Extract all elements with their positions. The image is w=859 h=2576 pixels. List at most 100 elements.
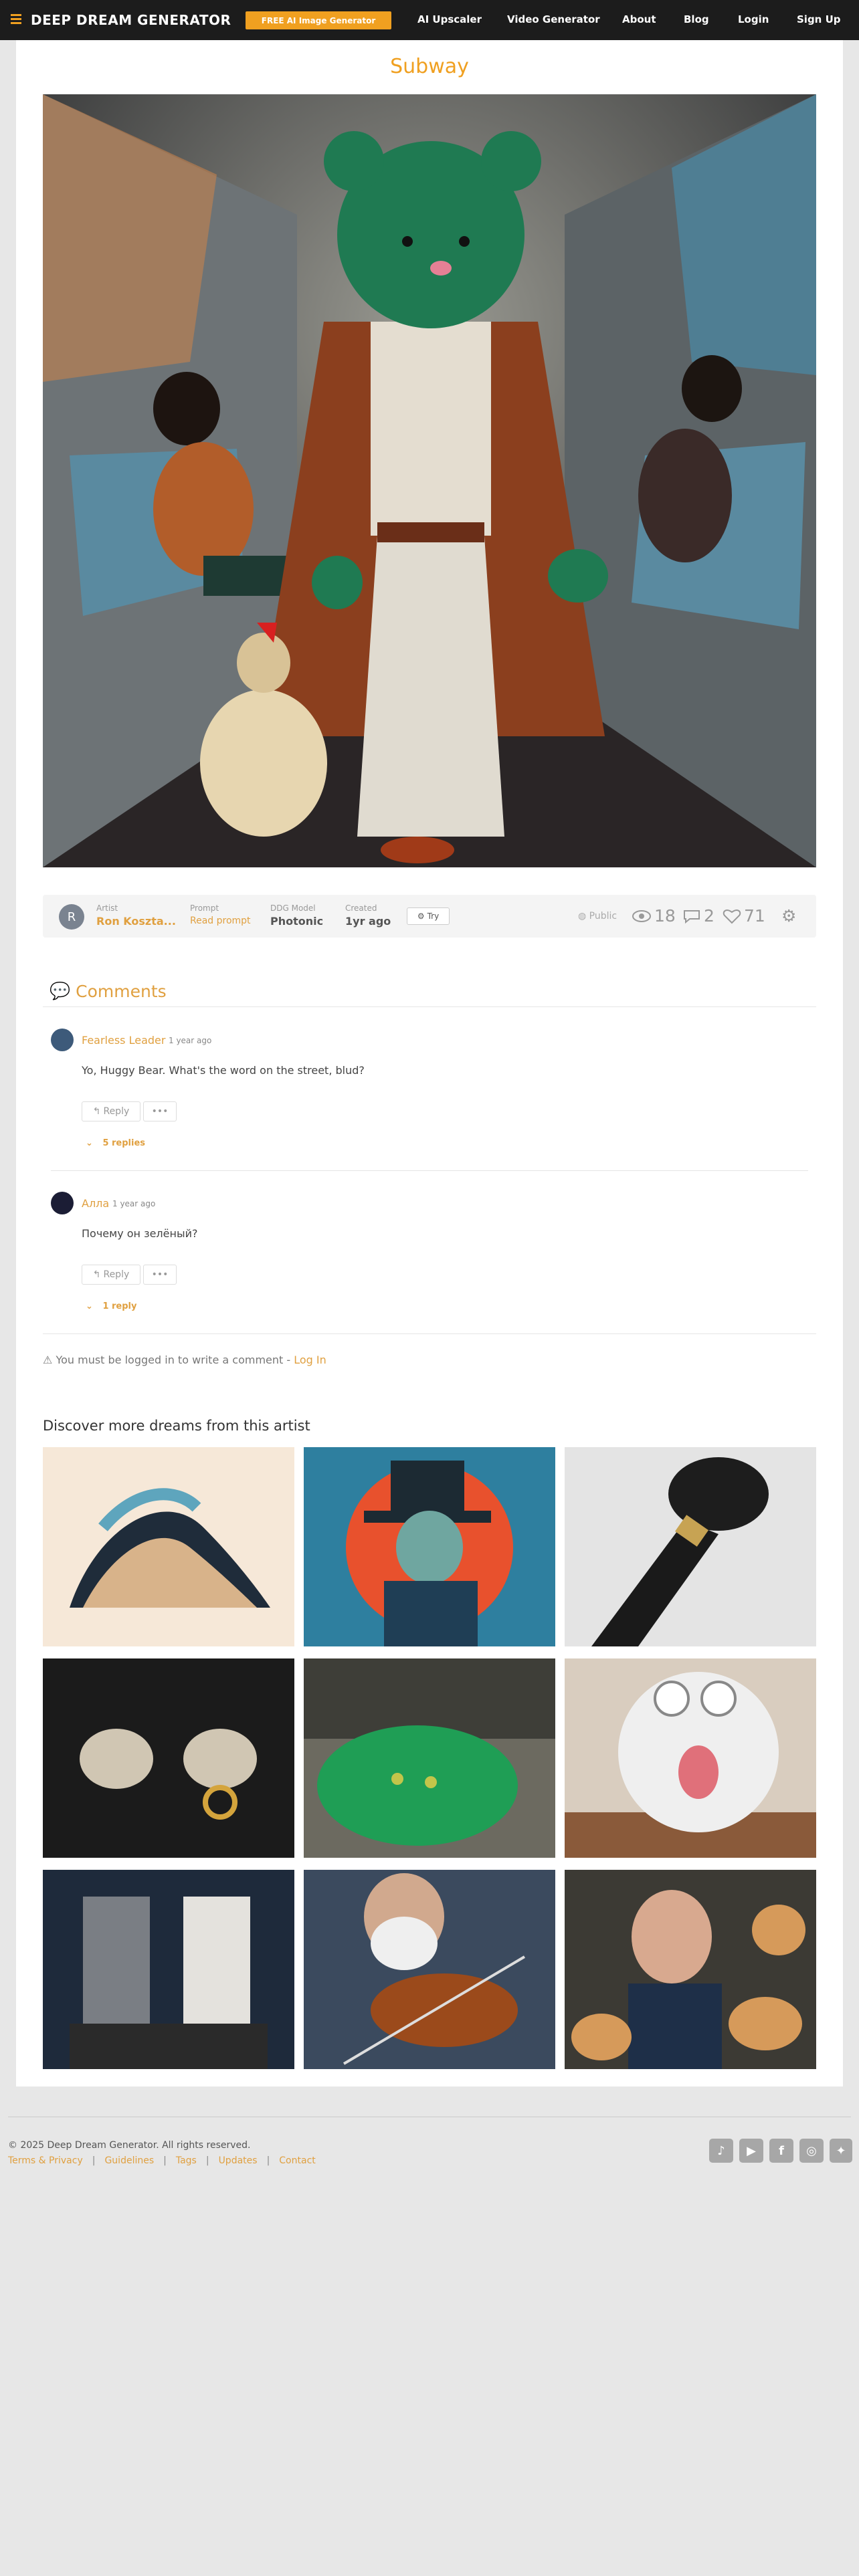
comments-heading: 💬 Comments	[50, 981, 167, 1001]
more-options-button[interactable]: •••	[143, 1265, 177, 1285]
artist-label: Artist	[96, 903, 118, 913]
more-options-button[interactable]: •••	[143, 1101, 177, 1121]
comment-text: Yo, Huggy Bear. What's the word on the s…	[82, 1064, 365, 1077]
speech-bubble-icon	[684, 909, 700, 924]
green-bear-floor-thumbnail	[304, 1658, 555, 1858]
gold-hands-thumbnail	[43, 1658, 294, 1858]
divider	[43, 1006, 816, 1007]
chevron-down-icon: ⌄	[86, 1301, 93, 1311]
comment-text: Почему он зелёный?	[82, 1227, 198, 1240]
dream-thumbnail[interactable]	[565, 1447, 816, 1646]
settings-gear-icon[interactable]: ⚙	[781, 906, 796, 926]
free-ai-image-generator-button[interactable]: FREE AI Image Generator	[246, 11, 391, 29]
try-label: Try	[427, 911, 440, 921]
warning-icon: ⚠	[43, 1354, 53, 1366]
hamburger-menu-icon[interactable]	[11, 14, 21, 25]
tiktok-icon[interactable]: ♪	[709, 2139, 733, 2163]
eye-icon	[632, 909, 651, 922]
comment-time: 1 year ago	[169, 1036, 212, 1045]
dream-thumbnail[interactable]	[43, 1870, 294, 2069]
top-navbar: DEEP DREAM GENERATOR FREE AI Image Gener…	[0, 0, 859, 40]
globe-icon: ◍	[578, 911, 587, 922]
artist-name-link[interactable]: Ron Koszta...	[96, 915, 176, 928]
star-wars-figures-thumbnail	[43, 1870, 294, 2069]
dream-image[interactable]	[43, 94, 816, 867]
comment-avatar[interactable]	[51, 1029, 74, 1051]
nav-ai-upscaler[interactable]: AI Upscaler	[417, 13, 482, 25]
comment-time: 1 year ago	[112, 1199, 156, 1208]
dream-thumbnail[interactable]	[43, 1447, 294, 1646]
comment-username[interactable]: Алла	[82, 1197, 109, 1210]
twitter-icon[interactable]: ✦	[830, 2139, 852, 2163]
discover-heading: Discover more dreams from this artist	[43, 1418, 310, 1434]
gear-icon: ⚙	[417, 911, 425, 921]
facebook-icon[interactable]: f	[769, 2139, 793, 2163]
mouse-toilet-brush-thumbnail	[565, 1447, 816, 1646]
nav-blog[interactable]: Blog	[684, 13, 709, 25]
replies-toggle[interactable]: ⌄ 5 replies	[86, 1138, 145, 1148]
nav-login[interactable]: Login	[738, 13, 769, 25]
page-title: Subway	[390, 55, 469, 78]
replies-label: 5 replies	[102, 1138, 146, 1148]
replies-label: 1 reply	[102, 1301, 137, 1311]
dream-thumbnail[interactable]	[304, 1447, 555, 1646]
heart-icon	[723, 909, 741, 924]
views-value: 18	[654, 906, 676, 926]
created-value: 1yr ago	[345, 915, 391, 928]
brand-logo[interactable]: DEEP DREAM GENERATOR	[31, 12, 231, 28]
model-value: Photonic	[270, 915, 324, 928]
model-label: DDG Model	[270, 903, 316, 913]
artist-avatar[interactable]: R	[59, 904, 84, 930]
read-prompt-link[interactable]: Read prompt	[190, 916, 251, 926]
try-button[interactable]: ⚙ Try	[407, 907, 450, 925]
footer-link-contact[interactable]: Contact	[279, 2155, 315, 2166]
toilet-face-thumbnail	[565, 1658, 816, 1858]
footer-link-terms[interactable]: Terms & Privacy	[8, 2155, 83, 2166]
nav-sign-up[interactable]: Sign Up	[797, 13, 841, 25]
violinist-thumbnail	[304, 1870, 555, 2069]
footer-link-tags[interactable]: Tags	[176, 2155, 197, 2166]
reply-button[interactable]: ↰ Reply	[82, 1101, 140, 1121]
subway-bear-artwork	[43, 94, 816, 867]
chevron-down-icon: ⌄	[86, 1138, 93, 1148]
dream-thumbnail[interactable]	[304, 1658, 555, 1858]
views-count: 18	[632, 906, 676, 926]
divider	[43, 1333, 816, 1334]
instagram-icon[interactable]: ◎	[799, 2139, 824, 2163]
comments-heading-text: Comments	[76, 981, 167, 1001]
created-label: Created	[345, 903, 377, 913]
comments-count[interactable]: 2	[682, 906, 714, 926]
zombie-gentleman-thumbnail	[304, 1447, 555, 1646]
nav-video-generator[interactable]: Video Generator	[507, 13, 600, 25]
youtube-icon[interactable]: ▶	[739, 2139, 763, 2163]
man-with-hamsters-thumbnail	[565, 1870, 816, 2069]
copyright: © 2025 Deep Dream Generator. All rights …	[8, 2140, 251, 2151]
visibility-status: ◍ Public	[578, 911, 617, 922]
visibility-label: Public	[589, 911, 617, 922]
wave-art-thumbnail	[43, 1447, 294, 1646]
footer-links: Terms & Privacy | Guidelines | Tags | Updates |…	[8, 2155, 316, 2166]
likes-count[interactable]: 71	[723, 906, 765, 926]
dream-thumbnail[interactable]	[43, 1658, 294, 1858]
comments-value: 2	[704, 906, 714, 926]
likes-value: 71	[744, 906, 765, 926]
replies-toggle[interactable]: ⌄ 1 reply	[86, 1301, 136, 1311]
login-notice: ⚠ You must be logged in to write a comme…	[43, 1354, 326, 1366]
dream-thumbnail[interactable]	[565, 1870, 816, 2069]
comment-username[interactable]: Fearless Leader	[82, 1034, 165, 1047]
comments-icon: 💬	[50, 981, 71, 1000]
dream-info-bar: R Artist Ron Koszta... Prompt Read promp…	[43, 895, 816, 938]
footer-link-guidelines[interactable]: Guidelines	[104, 2155, 154, 2166]
footer-link-updates[interactable]: Updates	[219, 2155, 258, 2166]
dream-thumbnail[interactable]	[304, 1870, 555, 2069]
reply-label: Reply	[103, 1106, 130, 1117]
reply-label: Reply	[103, 1269, 130, 1280]
nav-about[interactable]: About	[622, 13, 656, 25]
reply-icon: ↰	[92, 1269, 101, 1280]
reply-icon: ↰	[92, 1106, 101, 1117]
comment-avatar[interactable]	[51, 1192, 74, 1214]
dream-thumbnail[interactable]	[565, 1658, 816, 1858]
login-link[interactable]: Log In	[294, 1354, 326, 1366]
prompt-label: Prompt	[190, 903, 219, 913]
reply-button[interactable]: ↰ Reply	[82, 1265, 140, 1285]
